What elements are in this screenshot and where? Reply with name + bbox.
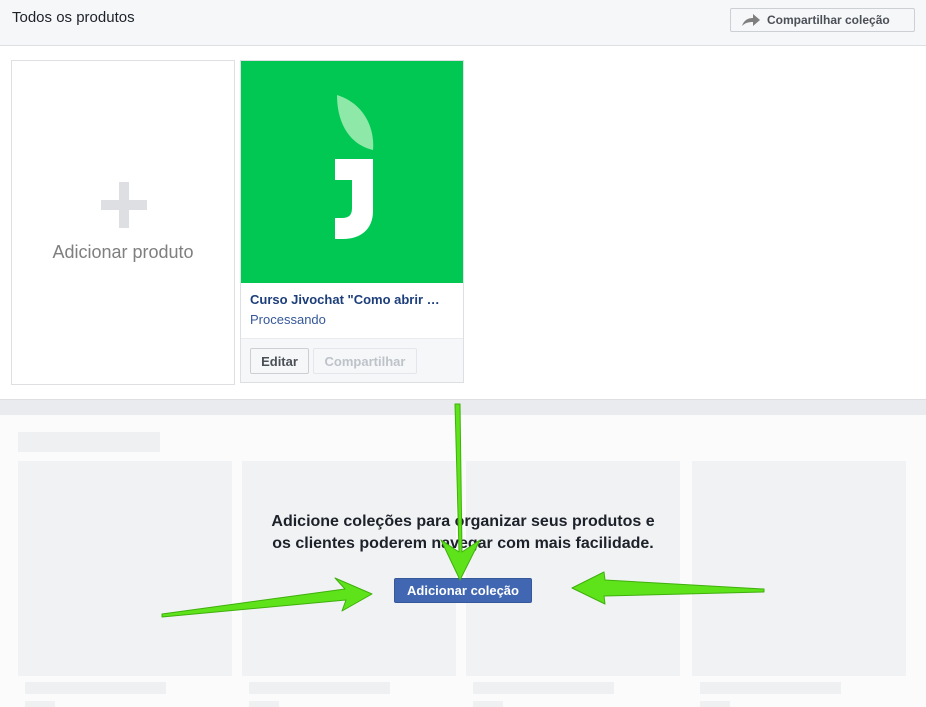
plus-icon	[101, 182, 147, 228]
add-collection-button[interactable]: Adicionar coleção	[394, 578, 532, 603]
placeholder-line	[25, 701, 55, 707]
page-header: Todos os produtos Compartilhar coleção	[0, 0, 926, 46]
empty-collections-message: Adicione coleções para organizar seus pr…	[271, 513, 655, 552]
placeholder-card	[18, 461, 232, 676]
share-arrow-icon	[741, 13, 761, 27]
jivochat-logo-icon	[335, 95, 374, 239]
placeholder-card	[466, 461, 680, 676]
page-title: Todos os produtos	[12, 9, 135, 26]
edit-button[interactable]: Editar	[250, 348, 309, 374]
placeholder-line	[700, 682, 841, 694]
placeholder-card	[692, 461, 906, 676]
share-collection-button[interactable]: Compartilhar coleção	[730, 8, 915, 32]
product-card: Curso Jivochat "Como abrir … Processando…	[240, 60, 464, 383]
placeholder-line	[249, 682, 390, 694]
product-status: Processando	[250, 312, 326, 327]
product-image[interactable]	[241, 61, 463, 283]
product-name[interactable]: Curso Jivochat "Como abrir …	[250, 292, 454, 307]
section-divider	[0, 399, 926, 415]
product-actions: Editar Compartilhar	[241, 338, 463, 382]
placeholder-line	[473, 701, 503, 707]
add-product-card[interactable]: Adicionar produto	[11, 60, 235, 385]
collections-section	[0, 415, 926, 707]
placeholder-line	[25, 682, 166, 694]
share-product-button[interactable]: Compartilhar	[313, 348, 417, 374]
placeholder-line	[700, 701, 730, 707]
add-product-label: Adicionar produto	[52, 242, 194, 262]
placeholder-line	[249, 701, 279, 707]
placeholder-line	[473, 682, 614, 694]
share-collection-label: Compartilhar coleção	[767, 13, 890, 27]
placeholder-card	[242, 461, 456, 676]
placeholder-title	[18, 432, 160, 452]
